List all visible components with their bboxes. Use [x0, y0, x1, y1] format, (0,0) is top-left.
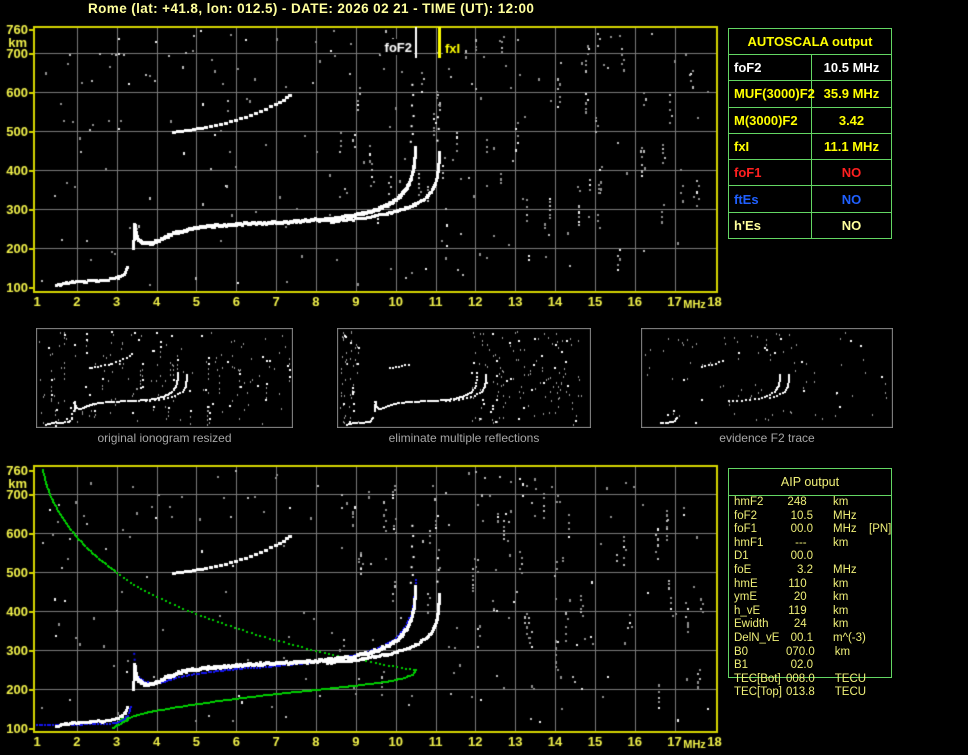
parameter-unit: TECU — [834, 686, 867, 699]
parameter-value: 20 — [793, 591, 813, 604]
parameter-label: M(3000)F2 — [729, 107, 812, 133]
parameter-label: Ewidth — [734, 618, 769, 631]
parameter-label: B1 — [734, 659, 749, 672]
table-row-foF2: foF2 10.5 MHz — [729, 55, 891, 81]
parameter-unit: km — [833, 577, 849, 590]
table-row-D1: D1 00.0 — [729, 550, 891, 564]
autoscala-ionogram-viewer: Rome (lat: +41.8, lon: 012.5) - DATE: 20… — [0, 0, 968, 755]
table-row-ftEs: ftEs NO — [729, 185, 891, 212]
parameter-value: 013.8 — [786, 686, 815, 699]
table-row-fxI: fxI 11.1 MHz — [729, 132, 891, 160]
table-row-h_vE: h_vE 119 km — [729, 605, 891, 619]
parameter-value: 008.0 — [786, 672, 815, 685]
autoscala-output-table: AUTOSCALA output foF2 10.5 MHz MUF(3000)… — [728, 28, 892, 239]
parameter-label: ymE — [734, 591, 757, 604]
parameter-value: 3.42 — [838, 112, 865, 128]
parameter-label: hmF1 — [734, 536, 764, 549]
table-row-TEC-Top: TEC[Top] 013.8 TECU — [729, 686, 891, 700]
parameter-label: foF1 — [734, 523, 758, 536]
table-row-foF2: foF2 10.5 MHz — [729, 510, 891, 524]
table-row-foF1: foF1 NO — [729, 159, 891, 186]
table-row-ymE: ymE 20 km — [729, 591, 891, 605]
table-row-TEC-Bot: TEC[Bot] 008.0 TECU — [729, 673, 891, 687]
table-row-Ewidth: Ewidth 24 km — [729, 618, 891, 632]
parameter-unit — [833, 550, 865, 564]
parameter-label: h_vE — [734, 604, 761, 617]
parameter-label: foF1 — [729, 160, 812, 186]
parameter-unit: km — [833, 536, 849, 549]
table-row-hEs: h'Es NO — [729, 211, 891, 238]
parameter-value: 10.5 MHz — [823, 60, 880, 76]
parameter-unit — [833, 659, 865, 673]
aip-ionogram-plot — [0, 455, 730, 755]
parameter-label: MUF(3000)F2 — [729, 81, 815, 107]
thumbnail-caption-f2-trace: evidence F2 trace — [719, 431, 815, 445]
parameter-unit: km — [833, 591, 849, 604]
autoscala-ionogram-plot — [0, 14, 730, 316]
parameter-value: 248 — [787, 496, 813, 508]
parameter-unit: km — [833, 496, 849, 508]
parameter-label: DelN_vE — [734, 631, 780, 644]
parameter-label: fxI — [729, 133, 812, 160]
parameter-unit: MHz — [833, 563, 857, 576]
parameter-value: 00.0 — [790, 523, 813, 536]
parameter-unit: MHz — [833, 523, 857, 536]
parameter-label: TEC[Top] — [734, 686, 782, 699]
parameter-unit: km — [833, 604, 849, 617]
parameter-value: 119 — [788, 604, 813, 617]
parameter-value: 110 — [788, 577, 813, 590]
autoscala-table-header: AUTOSCALA output — [729, 29, 891, 55]
parameter-value: 00.0 — [790, 550, 813, 563]
parameter-label: hmE — [734, 577, 758, 590]
table-row-hmE: hmE 110 km — [729, 578, 891, 592]
table-row-B1: B1 02.0 — [729, 659, 891, 673]
table-row-foF1: foF1 00.0 MHz [PN] — [729, 523, 891, 537]
parameter-value: 11.1 MHz — [824, 138, 879, 154]
parameter-label: foF2 — [734, 509, 758, 522]
parameter-value: --- — [795, 536, 813, 549]
table-row-M3000F2: M(3000)F2 3.42 — [729, 106, 891, 133]
thumbnail-eliminate-reflections — [337, 328, 591, 428]
table-row-MUF3000F2: MUF(3000)F2 35.9 MHz — [729, 80, 891, 107]
parameter-value: NO — [841, 191, 862, 207]
parameter-value: 00.1 — [790, 631, 813, 644]
parameter-value: 24 — [793, 618, 813, 631]
parameter-value: 35.9 MHz — [823, 86, 880, 102]
parameter-label: foF2 — [729, 55, 812, 81]
thumbnail-original-ionogram — [36, 328, 293, 428]
parameter-label: hmF2 — [734, 496, 764, 508]
parameter-label: h'Es — [729, 212, 812, 238]
parameter-value: 070.0 — [786, 645, 815, 658]
table-row-DelN_vE: DelN_vE 00.1 m^(-3) — [729, 632, 891, 646]
table-row-foE: foE 3.2 MHz — [729, 564, 891, 578]
aip-output-table: AIP output hmF2 248 km foF2 10.5 MHz foF1 00… — [728, 468, 892, 698]
pn-flag: [PN] — [869, 523, 892, 536]
parameter-unit: MHz — [833, 509, 857, 522]
parameter-label: D1 — [734, 550, 749, 563]
parameter-value: 02.0 — [790, 659, 813, 672]
parameter-unit: TECU — [834, 672, 867, 685]
parameter-value: 10.5 — [790, 509, 813, 522]
parameter-unit: km — [833, 618, 849, 631]
table-row-hmF2: hmF2 248 km — [729, 496, 891, 510]
table-row-B0: B0 070.0 km — [729, 646, 891, 660]
parameter-value: NO — [841, 217, 862, 233]
parameter-unit: m^(-3) — [833, 631, 866, 644]
parameter-label: TEC[Bot] — [734, 672, 781, 685]
parameter-label: B0 — [734, 645, 749, 658]
thumbnail-evidence-f2-trace — [641, 328, 893, 428]
table-row-hmF1: hmF1 --- km — [729, 537, 891, 551]
aip-table-header: AIP output — [729, 469, 891, 496]
thumbnail-caption-reflections: eliminate multiple reflections — [388, 431, 540, 445]
parameter-label: ftEs — [729, 186, 812, 212]
parameter-value: 3.2 — [797, 563, 813, 576]
parameter-label: foE — [734, 563, 752, 576]
parameter-unit: km — [834, 645, 851, 658]
parameter-value: NO — [841, 165, 862, 181]
thumbnail-caption-original: original ionogram resized — [97, 431, 232, 445]
